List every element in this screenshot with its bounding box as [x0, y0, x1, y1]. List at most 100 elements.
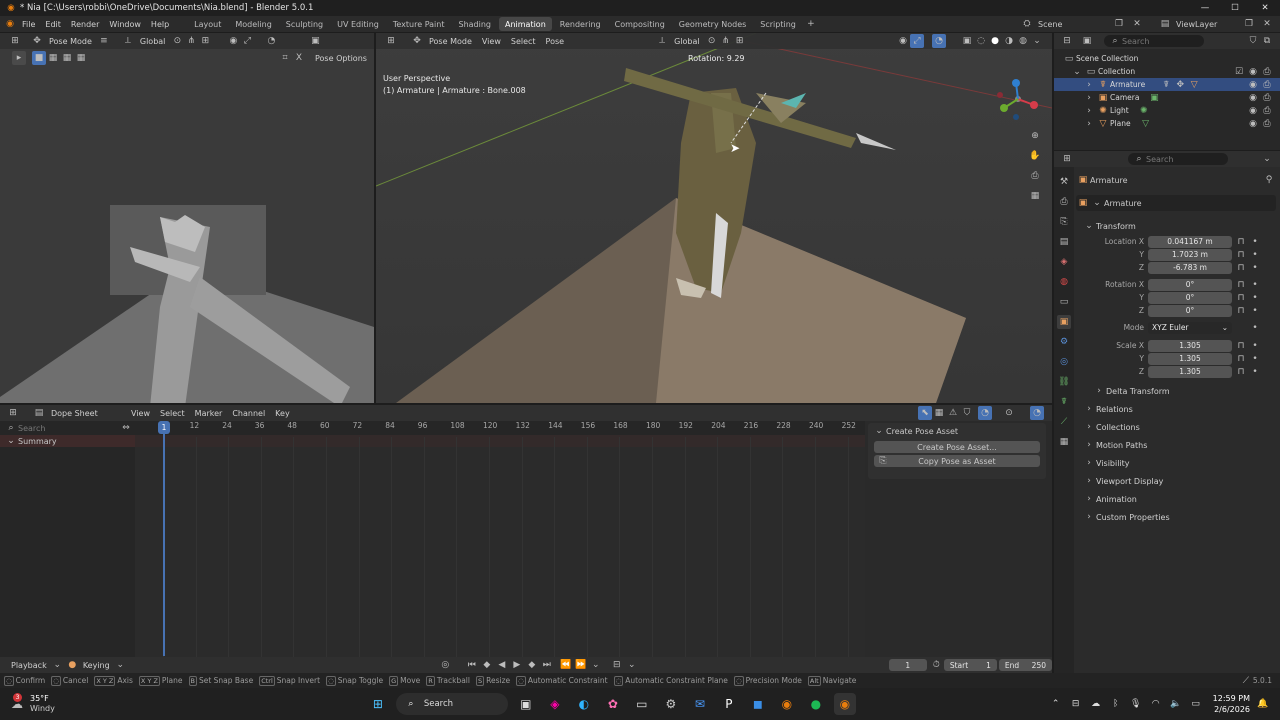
blender-app-icon[interactable]: ◉: [776, 693, 798, 715]
photos-icon[interactable]: ✿: [602, 693, 624, 715]
visibility-icon[interactable]: ◉: [226, 34, 240, 48]
camera-render-icon[interactable]: ⎙: [1260, 91, 1274, 105]
pivot-icon[interactable]: ⊙: [170, 34, 184, 48]
clock-icon[interactable]: ⏱: [931, 658, 942, 672]
lock-icon[interactable]: ⊓: [1234, 304, 1248, 318]
location-z-field[interactable]: -6.783 m: [1148, 261, 1232, 274]
lock-icon[interactable]: ⌗: [278, 51, 292, 65]
menu-file[interactable]: File: [17, 16, 40, 32]
proportional-edit-icon[interactable]: ◔: [978, 406, 992, 420]
menu-edit[interactable]: Edit: [40, 16, 66, 32]
prev-keyframe-icon[interactable]: ◆: [480, 658, 494, 672]
scale-y-field[interactable]: 1.305: [1148, 352, 1232, 365]
main-mode-select[interactable]: Pose Mode: [424, 33, 477, 49]
outliner-item-light[interactable]: › ✺ Light ✺ ◉ ⎙: [1054, 104, 1280, 117]
lock-icon[interactable]: ⊓: [1234, 248, 1248, 262]
panel-custom-properties[interactable]: › Custom Properties: [1076, 508, 1276, 526]
microphone-icon[interactable]: 🎙: [1129, 697, 1143, 711]
output-tab-icon[interactable]: ⎘: [1057, 215, 1071, 229]
left-mode-select[interactable]: Pose Mode: [44, 33, 97, 49]
tab-geometry-nodes[interactable]: Geometry Nodes: [673, 17, 752, 31]
blender-active-icon[interactable]: ◉: [833, 693, 856, 715]
camera-render-icon[interactable]: ⎙: [1260, 65, 1274, 79]
main-menu-view[interactable]: View: [477, 33, 506, 49]
expand-icon[interactable]: ›: [1082, 91, 1096, 105]
select-extend-icon[interactable]: ▦: [46, 51, 60, 65]
notification-bell-icon[interactable]: 🔔: [1256, 697, 1270, 711]
dope-menu-select[interactable]: Select: [155, 405, 190, 421]
end-frame-field[interactable]: End 250: [998, 659, 1052, 671]
spotify-icon[interactable]: ●: [805, 693, 827, 715]
channel-summary[interactable]: ⌄ Summary: [0, 435, 135, 447]
dope-menu-key[interactable]: Key: [270, 405, 295, 421]
proportional-icon[interactable]: ⊞: [733, 34, 747, 48]
weather-widget[interactable]: ☁ 3 35°F Windy: [10, 693, 55, 714]
tray-chevron-icon[interactable]: ⌃: [1049, 697, 1063, 711]
delete-scene-icon[interactable]: ✕: [1130, 17, 1144, 31]
rotation-y-field[interactable]: 0°: [1148, 291, 1232, 304]
keyframe-dot-icon[interactable]: •: [1248, 278, 1262, 292]
location-y-field[interactable]: 1.7023 m: [1148, 248, 1232, 261]
lock-icon[interactable]: ⊓: [1234, 365, 1248, 379]
dope-menu-view[interactable]: View: [126, 405, 155, 421]
blender-menu-icon[interactable]: ◉: [3, 17, 17, 31]
outliner-collection[interactable]: ⌄ ▭ Collection ☑ ◉ ⎙: [1054, 65, 1280, 78]
keyframe-dot-icon[interactable]: •: [1248, 291, 1262, 305]
scene-name[interactable]: Scene: [1038, 20, 1108, 29]
keyframe-dot-icon[interactable]: •: [1248, 261, 1262, 275]
tab-modeling[interactable]: Modeling: [229, 17, 277, 31]
tab-scripting[interactable]: Scripting: [754, 17, 802, 31]
settings-icon[interactable]: ⚙: [660, 693, 682, 715]
keying-menu[interactable]: Keying: [78, 657, 115, 673]
chevron-down-icon[interactable]: ⌄: [625, 658, 639, 672]
modifier-tab-icon[interactable]: ⚙: [1057, 335, 1071, 349]
keyframe-dot-icon[interactable]: •: [1248, 365, 1262, 379]
lock-icon[interactable]: ⊓: [1234, 278, 1248, 292]
ortho-grid-icon[interactable]: ▦: [1028, 189, 1042, 203]
constraint-tab-icon[interactable]: ⛓: [1057, 375, 1071, 389]
pivot-icon[interactable]: ⊙: [705, 34, 719, 48]
outlook-icon[interactable]: ◼: [747, 693, 769, 715]
expand-icon[interactable]: ›: [1082, 104, 1096, 118]
taskbar-search[interactable]: ⌕ Search: [395, 693, 508, 715]
gizmo-icon[interactable]: ⤢: [240, 34, 254, 48]
edge-icon[interactable]: ◐: [573, 693, 595, 715]
world-tab-icon[interactable]: ◍: [1057, 275, 1071, 289]
camera-render-icon[interactable]: ⎙: [1260, 104, 1274, 118]
lock-icon[interactable]: ⊓: [1234, 261, 1248, 275]
editor-type-icon[interactable]: ⊞: [1060, 152, 1074, 166]
show-hidden-icon[interactable]: ▦: [932, 406, 946, 420]
create-pose-asset-button[interactable]: Create Pose Asset...: [874, 441, 1040, 453]
outliner-item-camera[interactable]: › ▣ Camera ▣ ◉ ⎙: [1054, 91, 1280, 104]
new-view-layer-icon[interactable]: ❐: [1242, 17, 1256, 31]
battery-icon[interactable]: ▭: [1189, 697, 1203, 711]
scale-x-field[interactable]: 1.305: [1148, 339, 1232, 352]
properties-search[interactable]: ⌕ Search: [1128, 153, 1228, 165]
dope-sheet-mode-select[interactable]: Dope Sheet: [46, 405, 126, 421]
xray-icon[interactable]: ▣: [308, 34, 322, 48]
tab-texture-paint[interactable]: Texture Paint: [387, 17, 451, 31]
snap-icon[interactable]: ⋔: [719, 34, 733, 48]
only-selected-icon[interactable]: ⬉: [918, 406, 932, 420]
pose-options-button[interactable]: Pose Options: [310, 50, 372, 66]
overlay-icon[interactable]: ◔: [1030, 406, 1044, 420]
visibility-icon[interactable]: ◉: [896, 34, 910, 48]
close-icon[interactable]: ✕: [1250, 1, 1280, 15]
panel-visibility[interactable]: › Visibility: [1076, 454, 1276, 472]
solid-shading-icon[interactable]: ●: [988, 34, 1002, 48]
zoom-icon[interactable]: ⊕: [1028, 129, 1042, 143]
physics-tab-icon[interactable]: ◎: [1057, 355, 1071, 369]
eye-icon[interactable]: ◉: [1246, 91, 1260, 105]
datablock-row[interactable]: ▣ ⌄ Armature: [1076, 195, 1276, 211]
gizmo-icon[interactable]: ⤢: [910, 34, 924, 48]
filter-icon[interactable]: ⛉: [1246, 34, 1260, 48]
select-intersect-icon[interactable]: ▦: [74, 51, 88, 65]
view-layer-name[interactable]: ViewLayer: [1176, 20, 1238, 29]
snap-icon[interactable]: ⋔: [184, 34, 198, 48]
jump-end-icon[interactable]: ⏭: [540, 658, 554, 672]
overlay-icon[interactable]: ◔: [264, 34, 278, 48]
editor-type-icon[interactable]: ⊞: [384, 34, 398, 48]
select-subtract-icon[interactable]: ▦: [60, 51, 74, 65]
main-menu-select[interactable]: Select: [506, 33, 541, 49]
overlay-icon[interactable]: ◔: [932, 34, 946, 48]
